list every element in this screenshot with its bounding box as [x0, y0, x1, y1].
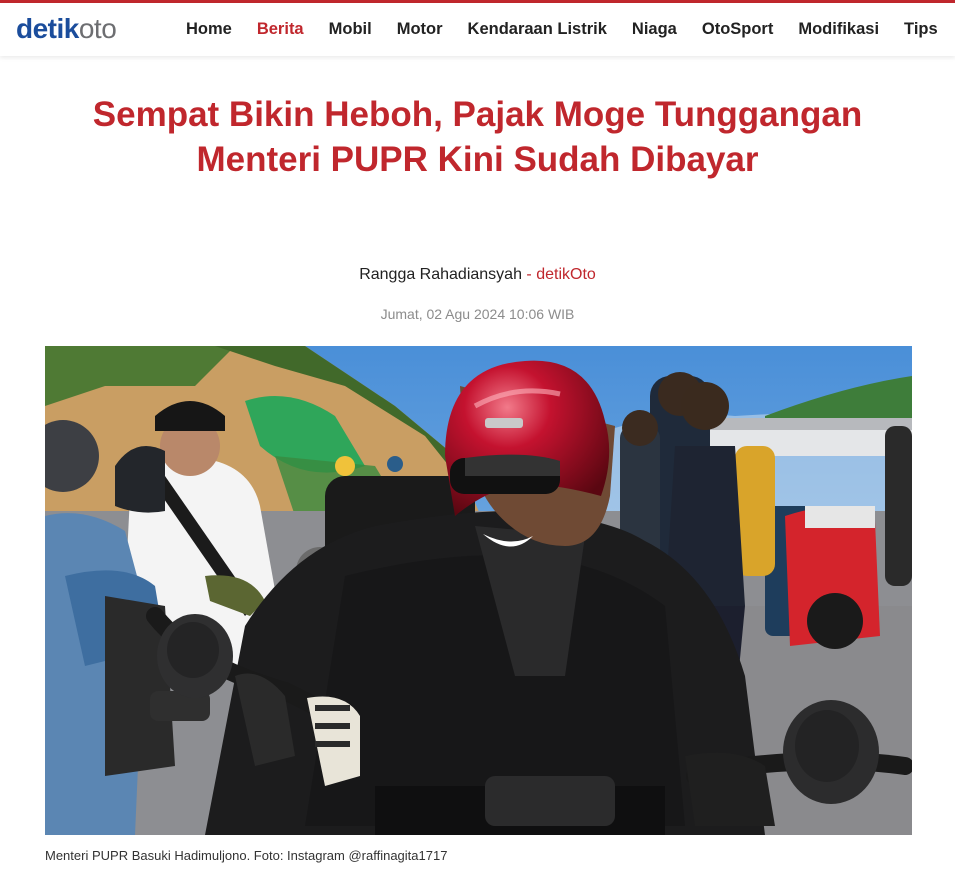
- publish-date: Jumat, 02 Agu 2024 10:06 WIB: [380, 306, 575, 322]
- source-link[interactable]: detikOto: [536, 266, 596, 283]
- top-navbar: detikoto Home Berita Mobil Motor Kendara…: [0, 3, 955, 56]
- nav-item-berita[interactable]: Berita: [257, 20, 304, 39]
- nav-item-tips[interactable]: Tips: [904, 20, 938, 39]
- nav-item-mobil[interactable]: Mobil: [329, 20, 372, 39]
- author-name[interactable]: Rangga Rahadiansyah: [359, 266, 522, 283]
- nav-item-motor[interactable]: Motor: [397, 20, 443, 39]
- nav-item-kendaraan-listrik[interactable]: Kendaraan Listrik: [468, 20, 607, 39]
- detikoto-logo[interactable]: detikoto: [16, 12, 117, 46]
- byline: Rangga Rahadiansyah - detikOto: [0, 266, 955, 284]
- nav-item-niaga[interactable]: Niaga: [632, 20, 677, 39]
- byline-separator: -: [521, 266, 537, 283]
- main-nav: Home Berita Mobil Motor Kendaraan Listri…: [186, 3, 955, 56]
- photo-caption: Menteri PUPR Basuki Hadimuljono. Foto: I…: [45, 848, 448, 863]
- nav-item-home[interactable]: Home: [186, 20, 232, 39]
- article-photo[interactable]: [45, 346, 912, 835]
- article-title: Sempat Bikin Heboh, Pajak Moge Tungganga…: [92, 95, 863, 179]
- nav-item-otosport[interactable]: OtoSport: [702, 20, 774, 39]
- nav-item-modifikasi[interactable]: Modifikasi: [798, 20, 879, 39]
